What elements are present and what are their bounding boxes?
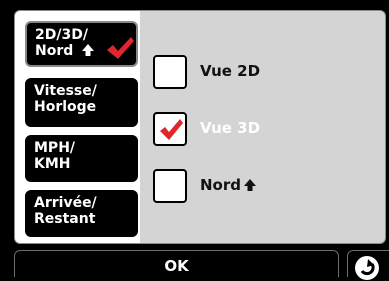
sidebar-item-label-line1: Arrivée/ [34, 195, 97, 211]
up-arrow-icon [82, 44, 95, 56]
back-arrow-icon [355, 256, 379, 280]
option-label: Vue 2D [200, 62, 261, 80]
sidebar-item-mph-kmh[interactable]: MPH/ KMH [25, 135, 138, 182]
vue-3d-checkbox[interactable] [153, 112, 187, 146]
sidebar: 2D/3D/ Nord Vitesse/ Horloge MPH/ KMH Ar… [15, 11, 140, 243]
nord-checkbox[interactable] [153, 169, 187, 203]
sidebar-item-label-line2: Nord [35, 43, 74, 59]
sidebar-item-label-line1: MPH/ [34, 140, 76, 156]
sidebar-item-2d3d-nord[interactable]: 2D/3D/ Nord [25, 21, 138, 67]
sidebar-item-label-line2: KMH [34, 156, 71, 172]
sidebar-item-vitesse-horloge[interactable]: Vitesse/ Horloge [25, 78, 138, 127]
vue-2d-checkbox[interactable] [153, 55, 187, 89]
option-label: Nord [200, 176, 241, 194]
red-checkmark-icon [107, 37, 134, 59]
sidebar-item-label-line2: Horloge [34, 99, 97, 115]
red-checkmark-icon [160, 119, 183, 140]
ok-button[interactable]: OK [14, 250, 339, 277]
sidebar-item-arrivee-restant[interactable]: Arrivée/ Restant [25, 190, 138, 237]
settings-panel: 2D/3D/ Nord Vitesse/ Horloge MPH/ KMH Ar… [14, 10, 386, 244]
sidebar-item-label-line2: Restant [34, 211, 96, 227]
up-arrow-icon [244, 179, 256, 191]
option-label-wrap: Nord [200, 176, 257, 194]
back-button[interactable] [347, 250, 389, 280]
option-label: Vue 3D [200, 119, 261, 137]
sidebar-item-label-line1: Vitesse/ [34, 83, 97, 99]
